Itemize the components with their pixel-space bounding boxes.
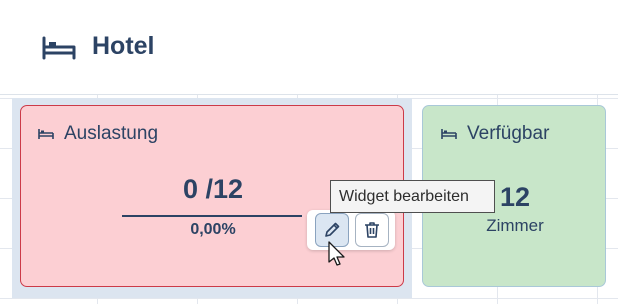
divider-line	[122, 215, 302, 217]
occupancy-ratio: 0 /12	[182, 174, 244, 204]
widget-toolbar	[307, 210, 395, 250]
widget-title: Auslastung	[64, 123, 159, 144]
tooltip: Widget bearbeiten	[330, 180, 495, 213]
page-title: Hotel	[92, 32, 155, 60]
trash-icon	[365, 222, 379, 238]
mouse-cursor-icon	[328, 241, 345, 266]
occupancy-percent: 0,00%	[190, 221, 236, 238]
delete-widget-button[interactable]	[355, 213, 389, 247]
page-header: Hotel	[0, 0, 618, 94]
pencil-icon	[325, 222, 340, 237]
unit-label: Zimmer	[486, 216, 544, 235]
widget-header: Verfügbar	[441, 123, 549, 146]
dashboard-grid: Auslastung 0 /12 0,00% Verfügbar 12 Zimm…	[0, 94, 618, 304]
header-divider	[0, 94, 618, 95]
widget-header: Auslastung	[38, 123, 158, 146]
bed-icon	[441, 124, 457, 146]
widget-title: Verfügbar	[467, 123, 550, 144]
bed-icon	[38, 124, 54, 146]
bed-icon	[42, 36, 76, 65]
